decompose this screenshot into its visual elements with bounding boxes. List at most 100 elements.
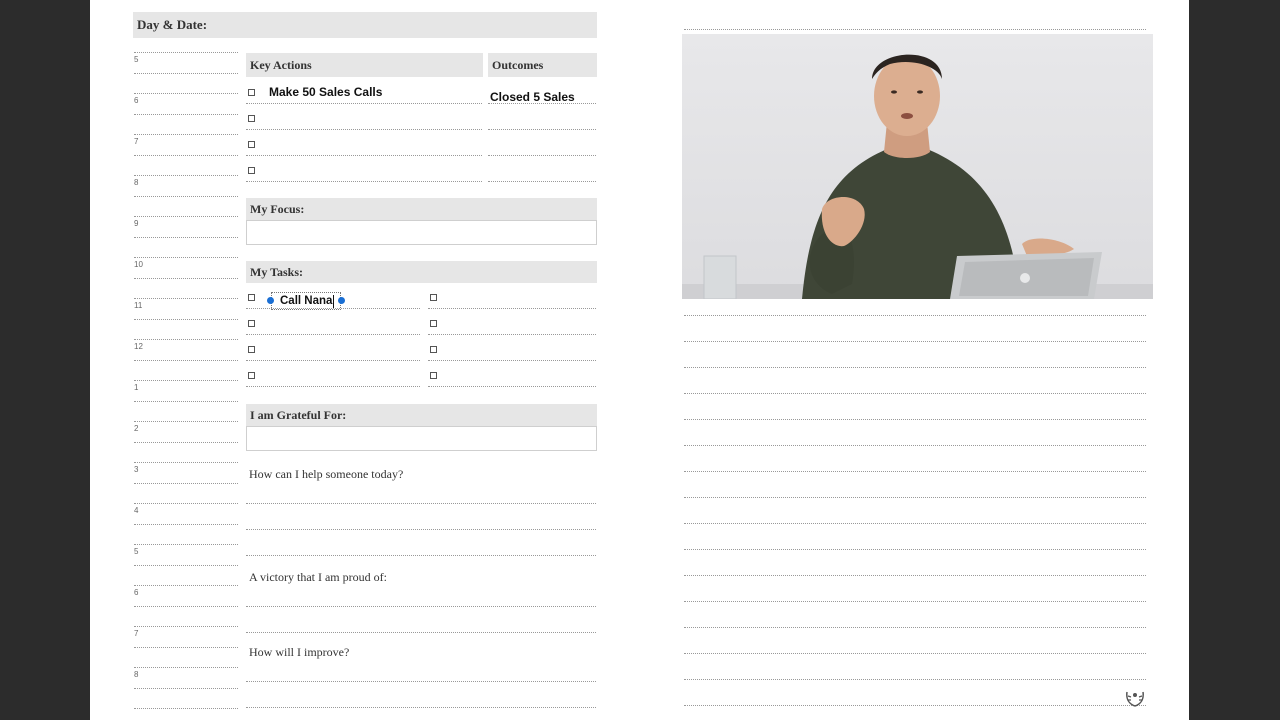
selection-handle-left[interactable] — [267, 297, 274, 304]
hour-line[interactable] — [134, 73, 238, 74]
task-checkbox[interactable] — [248, 320, 255, 327]
hour-line[interactable] — [134, 237, 238, 238]
key-action-line[interactable] — [246, 181, 482, 182]
hour-line[interactable] — [134, 647, 238, 648]
day-date-bar[interactable]: Day & Date: — [133, 12, 597, 38]
grateful-input[interactable] — [246, 426, 597, 451]
outcome-line[interactable] — [488, 181, 596, 182]
task-line[interactable] — [246, 386, 420, 387]
planner-page: Day & Date: 5 6 7 8 9 10 11 12 1 2 3 4 5… — [90, 0, 1189, 720]
hour-line[interactable] — [134, 401, 238, 402]
hour-line[interactable] — [134, 585, 238, 586]
focus-input[interactable] — [246, 220, 597, 245]
key-action-line[interactable] — [246, 155, 482, 156]
hour-label: 5 — [134, 547, 139, 556]
outcome-text[interactable]: Closed 5 Sales — [490, 90, 575, 104]
notes-line[interactable] — [684, 653, 1146, 654]
outcome-line[interactable] — [488, 155, 596, 156]
task-line[interactable] — [246, 308, 420, 309]
key-action-checkbox[interactable] — [248, 115, 255, 122]
task-checkbox[interactable] — [430, 294, 437, 301]
hour-line[interactable] — [134, 442, 238, 443]
outcome-line[interactable] — [488, 129, 596, 130]
text-cursor — [333, 295, 334, 308]
task-line[interactable] — [428, 360, 596, 361]
task-checkbox[interactable] — [248, 372, 255, 379]
task-line[interactable] — [246, 334, 420, 335]
hour-line[interactable] — [134, 52, 238, 53]
hour-line[interactable] — [134, 216, 238, 217]
notes-line[interactable] — [684, 445, 1146, 446]
task-checkbox[interactable] — [430, 320, 437, 327]
victory-line[interactable] — [246, 632, 596, 633]
selection-handle-right[interactable] — [338, 297, 345, 304]
notes-line[interactable] — [684, 549, 1146, 550]
task-checkbox[interactable] — [430, 372, 437, 379]
notes-line[interactable] — [684, 627, 1146, 628]
help-line[interactable] — [246, 529, 596, 530]
hour-line[interactable] — [134, 667, 238, 668]
notes-line[interactable] — [684, 601, 1146, 602]
improve-line[interactable] — [246, 681, 596, 682]
key-action-checkbox[interactable] — [248, 167, 255, 174]
notes-line[interactable] — [684, 315, 1146, 316]
help-line[interactable] — [246, 503, 596, 504]
key-action-checkbox[interactable] — [248, 89, 255, 96]
hour-line[interactable] — [134, 114, 238, 115]
hour-line[interactable] — [134, 93, 238, 94]
key-action-line[interactable] — [246, 129, 482, 130]
hour-line[interactable] — [134, 339, 238, 340]
hour-line[interactable] — [134, 175, 238, 176]
task-line[interactable] — [428, 386, 596, 387]
hour-label: 10 — [134, 260, 143, 269]
hour-line[interactable] — [134, 606, 238, 607]
hour-line[interactable] — [134, 134, 238, 135]
hour-line[interactable] — [134, 257, 238, 258]
notes-line[interactable] — [684, 419, 1146, 420]
hour-line[interactable] — [134, 565, 238, 566]
task-text[interactable]: Call Nana — [280, 295, 332, 307]
notes-line[interactable] — [684, 523, 1146, 524]
focus-title: My Focus: — [250, 201, 305, 216]
improve-line[interactable] — [246, 707, 596, 708]
hour-line[interactable] — [134, 503, 238, 504]
notes-line[interactable] — [684, 497, 1146, 498]
hour-line[interactable] — [134, 708, 238, 709]
task-checkbox[interactable] — [248, 346, 255, 353]
outcome-line[interactable] — [488, 103, 596, 104]
help-line[interactable] — [246, 555, 596, 556]
task-line[interactable] — [428, 308, 596, 309]
task-checkbox[interactable] — [430, 346, 437, 353]
notes-line[interactable] — [684, 679, 1146, 680]
hour-line[interactable] — [134, 196, 238, 197]
notes-line[interactable] — [684, 705, 1146, 706]
hour-line[interactable] — [134, 155, 238, 156]
hour-label: 8 — [134, 670, 139, 679]
notes-line[interactable] — [684, 367, 1146, 368]
hour-line[interactable] — [134, 462, 238, 463]
hour-line[interactable] — [134, 380, 238, 381]
hour-line[interactable] — [134, 688, 238, 689]
key-action-text[interactable]: Make 50 Sales Calls — [269, 85, 382, 99]
hour-line[interactable] — [134, 483, 238, 484]
hour-line[interactable] — [134, 298, 238, 299]
notes-line[interactable] — [684, 29, 1146, 30]
notes-line[interactable] — [684, 393, 1146, 394]
hour-line[interactable] — [134, 421, 238, 422]
hour-line[interactable] — [134, 278, 238, 279]
hour-line[interactable] — [134, 319, 238, 320]
notes-line[interactable] — [684, 471, 1146, 472]
grateful-title: I am Grateful For: — [250, 407, 347, 422]
hour-line[interactable] — [134, 524, 238, 525]
hour-line[interactable] — [134, 544, 238, 545]
notes-line[interactable] — [684, 341, 1146, 342]
task-line[interactable] — [246, 360, 420, 361]
key-action-line[interactable] — [246, 103, 482, 104]
hour-line[interactable] — [134, 360, 238, 361]
hour-line[interactable] — [134, 626, 238, 627]
task-checkbox[interactable] — [248, 294, 255, 301]
key-action-checkbox[interactable] — [248, 141, 255, 148]
task-line[interactable] — [428, 334, 596, 335]
victory-line[interactable] — [246, 606, 596, 607]
notes-line[interactable] — [684, 575, 1146, 576]
